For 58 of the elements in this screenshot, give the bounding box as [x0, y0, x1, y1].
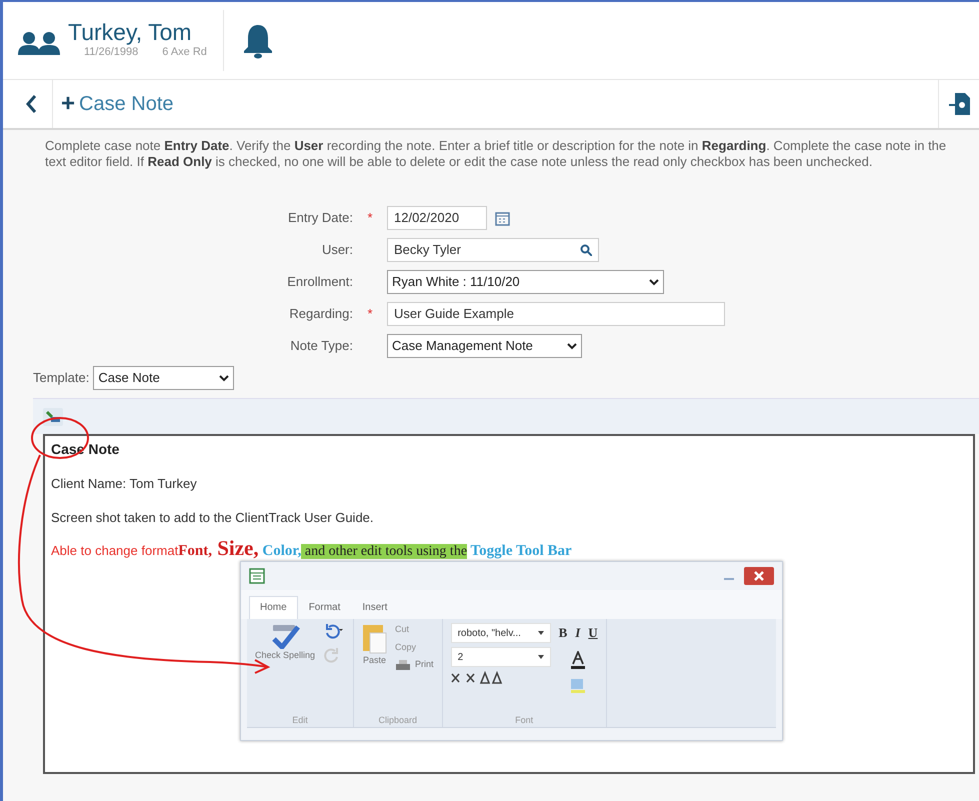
- field-label: Regarding:: [288, 305, 353, 324]
- caret-icon: [538, 655, 544, 659]
- template-label: Template:: [33, 369, 90, 388]
- bell-icon[interactable]: [242, 22, 274, 58]
- spellcheck-icon[interactable]: [270, 623, 300, 649]
- template-select[interactable]: Case Note: [93, 366, 234, 390]
- paste-button[interactable]: Paste: [363, 654, 386, 668]
- format-icons-drawing[interactable]: [450, 671, 503, 685]
- field-label: User:: [320, 241, 353, 260]
- italic-button[interactable]: I: [575, 623, 580, 642]
- date-field[interactable]: 12/02/2020: [387, 206, 487, 230]
- required-mark: *: [366, 305, 374, 324]
- font-size-field[interactable]: 2: [450, 647, 551, 667]
- group-label: Clipboard: [378, 714, 418, 727]
- note-line: Screen shot taken to add to the ClientTrack User Guide.: [51, 508, 375, 526]
- caret-icon: [567, 342, 577, 350]
- required-mark: *: [366, 209, 374, 228]
- calendar-icon[interactable]: [495, 210, 510, 226]
- birth-date: 11/26/1998: [84, 45, 138, 60]
- font-color-icon[interactable]: [570, 650, 586, 668]
- regarding-field[interactable]: User Guide Example: [387, 302, 725, 326]
- people-icon: [18, 30, 60, 54]
- user-field[interactable]: Becky Tyler: [387, 238, 599, 262]
- back-icon[interactable]: [25, 94, 38, 114]
- window-icon: [249, 568, 265, 584]
- document-icon[interactable]: [949, 91, 971, 117]
- caret-icon: [538, 631, 544, 635]
- undo-icon[interactable]: [323, 623, 346, 639]
- instructions-text: Complete case note Entry Date. Verify the User recording the note. Enter a brief title or description for the note in Regarding. Complete the case note in the text editor field. If Read Only is checked, no one will be able to delete or edit the case note unless the read only checkbox has been unchecked.: [45, 138, 948, 170]
- search-icon[interactable]: [580, 244, 592, 256]
- ribbon-tab[interactable]: Format: [298, 596, 352, 619]
- print-button[interactable]: Print: [415, 658, 434, 672]
- note-line: Client Name: Tom Turkey: [51, 475, 198, 493]
- circle-annotation: [31, 417, 89, 459]
- check-spelling-button[interactable]: Check Spelling: [255, 649, 316, 662]
- field-label: Enrollment:: [286, 273, 353, 292]
- highlight-color-icon[interactable]: [570, 676, 586, 692]
- underline-button[interactable]: U: [588, 623, 598, 642]
- caret-icon: [649, 278, 659, 286]
- field-label: Note Type:: [289, 337, 353, 356]
- note-heading: Case Note: [51, 440, 120, 459]
- client-name: Turkey, Tom: [68, 20, 193, 44]
- printer-icon[interactable]: [395, 658, 412, 671]
- page-title: Case Note: [79, 92, 174, 117]
- field-label: Entry Date:: [286, 209, 353, 228]
- caret-icon: [219, 374, 230, 382]
- ribbon-tab[interactable]: Insert: [351, 596, 398, 619]
- ribbon-tab[interactable]: Home: [249, 596, 298, 619]
- note-line: Able to change formatFont, Size, Color, and other edit tools using the Toggle Tool Bar: [51, 535, 573, 562]
- close-icon[interactable]: [744, 567, 774, 585]
- group-label: Edit: [292, 714, 308, 726]
- client-address: 6 Axe Rd: [162, 44, 207, 60]
- select-field[interactable]: Case Management Note: [387, 334, 582, 358]
- font-family-field[interactable]: roboto, "helv...: [450, 623, 551, 643]
- bold-button[interactable]: B: [558, 623, 568, 642]
- select-field[interactable]: Ryan White : 11/10/20: [387, 270, 664, 294]
- group-label: Font: [515, 714, 534, 726]
- plus-icon: +: [61, 86, 76, 122]
